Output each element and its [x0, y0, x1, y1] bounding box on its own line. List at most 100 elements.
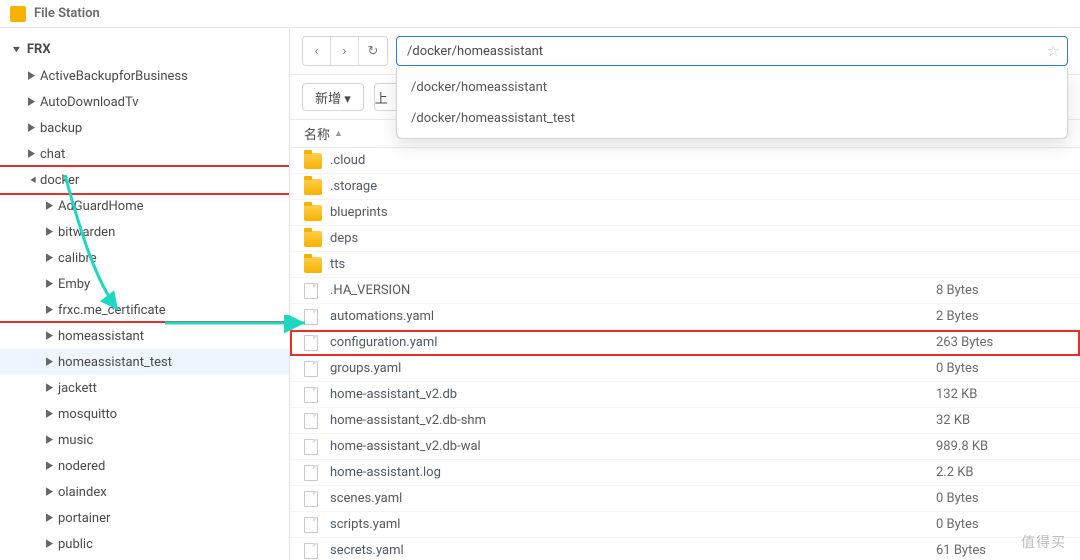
- titlebar: File Station: [0, 0, 1080, 28]
- file-name: home-assistant_v2.db: [330, 387, 936, 402]
- file-row[interactable]: automations.yaml2 Bytes: [290, 304, 1080, 330]
- file-name: home-assistant_v2.db-shm: [330, 413, 936, 428]
- file-row[interactable]: home-assistant_v2.db-shm32 KB: [290, 408, 1080, 434]
- file-name: home-assistant_v2.db-wal: [330, 439, 936, 454]
- file-row[interactable]: blueprints: [290, 200, 1080, 226]
- caret-icon: [46, 382, 56, 394]
- file-name: .HA_VERSION: [330, 283, 936, 298]
- tree-item-label: public: [58, 537, 93, 552]
- file-row[interactable]: groups.yaml0 Bytes: [290, 356, 1080, 382]
- new-button-label: 新增 ▾: [315, 88, 351, 107]
- caret-icon: [46, 330, 56, 342]
- tree-item-autodownloadtv[interactable]: AutoDownloadTv: [0, 89, 289, 115]
- tree-item-label: homeassistant: [58, 329, 144, 344]
- path-input[interactable]: [396, 36, 1068, 66]
- caret-icon: [46, 356, 56, 368]
- folder-icon: [304, 179, 322, 195]
- new-button[interactable]: 新增 ▾: [302, 83, 364, 111]
- file-size: 0 Bytes: [936, 491, 1066, 506]
- tree-item-homeassistant[interactable]: homeassistant: [0, 323, 289, 349]
- file-station-app: File Station FRX ActiveBackupforBusiness…: [0, 0, 1080, 560]
- tree-item-label: olaindex: [58, 485, 107, 500]
- path-input-wrap: ☆ /docker/homeassistant/docker/homeassis…: [396, 36, 1068, 66]
- file-icon: [304, 309, 318, 325]
- caret-icon: [46, 460, 56, 472]
- file-name: scenes.yaml: [330, 491, 936, 506]
- file-row[interactable]: scripts.yaml0 Bytes: [290, 512, 1080, 538]
- file-icon: [304, 491, 318, 507]
- tree-item-music[interactable]: music: [0, 427, 289, 453]
- tree-item-homeassistant_test[interactable]: homeassistant_test: [0, 349, 289, 375]
- tree-root[interactable]: FRX: [0, 36, 289, 63]
- tree-item-nodered[interactable]: nodered: [0, 453, 289, 479]
- file-icon: [304, 335, 318, 351]
- suggest-item[interactable]: /docker/homeassistant_test: [397, 103, 1067, 134]
- file-name: automations.yaml: [330, 309, 936, 324]
- caret-icon: [46, 304, 56, 316]
- app-title: File Station: [34, 6, 100, 21]
- tree-item-portainer[interactable]: portainer: [0, 505, 289, 531]
- file-size: 2.2 KB: [936, 465, 1066, 480]
- file-row[interactable]: .HA_VERSION8 Bytes: [290, 278, 1080, 304]
- file-row[interactable]: scenes.yaml0 Bytes: [290, 486, 1080, 512]
- file-size: 132 KB: [936, 387, 1066, 402]
- nav-buttons: ‹ › ↻: [302, 36, 388, 66]
- upload-button-label: 上: [375, 88, 388, 107]
- tree-item-bitwarden[interactable]: bitwarden: [0, 219, 289, 245]
- file-name: .cloud: [330, 153, 936, 168]
- folder-tree-sidebar: FRX ActiveBackupforBusiness AutoDownloadT…: [0, 28, 290, 560]
- file-row[interactable]: home-assistant.log2.2 KB: [290, 460, 1080, 486]
- caret-icon: [46, 200, 56, 212]
- file-name: blueprints: [330, 205, 936, 220]
- tree-item-label: frxc.me_certificate: [58, 303, 166, 318]
- file-icon: [304, 283, 318, 299]
- caret-icon: [28, 174, 39, 186]
- tree-item-docker[interactable]: docker: [0, 167, 289, 193]
- file-row[interactable]: .cloud: [290, 148, 1080, 174]
- tree-item-frxc.me_certificate[interactable]: frxc.me_certificate: [0, 297, 289, 323]
- refresh-button[interactable]: ↻: [359, 37, 387, 65]
- tree-item-chat[interactable]: chat: [0, 141, 289, 167]
- tree-item-activebackupforbusiness[interactable]: ActiveBackupforBusiness: [0, 63, 289, 89]
- file-icon: [304, 517, 318, 533]
- file-name: home-assistant.log: [330, 465, 936, 480]
- tree-item-label: calibre: [58, 251, 97, 266]
- file-row[interactable]: home-assistant_v2.db-wal989.8 KB: [290, 434, 1080, 460]
- file-row[interactable]: deps: [290, 226, 1080, 252]
- file-row[interactable]: home-assistant_v2.db132 KB: [290, 382, 1080, 408]
- back-button[interactable]: ‹: [303, 37, 331, 65]
- tree-item-label: ActiveBackupforBusiness: [40, 69, 188, 84]
- tree-item-emby[interactable]: Emby: [0, 271, 289, 297]
- folder-icon: [304, 205, 322, 221]
- tree-item-label: jackett: [58, 381, 97, 396]
- file-row[interactable]: tts: [290, 252, 1080, 278]
- tree-item-mosquitto[interactable]: mosquitto: [0, 401, 289, 427]
- caret-icon: [46, 434, 56, 446]
- tree-item-jackett[interactable]: jackett: [0, 375, 289, 401]
- tree-item-label: Emby: [58, 277, 90, 292]
- tree-item-adguardhome[interactable]: AdGuardHome: [0, 193, 289, 219]
- file-row[interactable]: .storage: [290, 174, 1080, 200]
- file-icon: [304, 439, 318, 455]
- tree-item-olaindex[interactable]: olaindex: [0, 479, 289, 505]
- tree-item-label: bitwarden: [58, 225, 115, 240]
- tree-item-public[interactable]: public: [0, 531, 289, 557]
- file-name: tts: [330, 257, 936, 272]
- favorite-star-icon[interactable]: ☆: [1047, 42, 1060, 60]
- file-icon: [304, 413, 318, 429]
- caret-icon: [46, 512, 56, 524]
- caret-icon: [46, 408, 56, 420]
- file-name: deps: [330, 231, 936, 246]
- tree-item-label: AdGuardHome: [58, 199, 144, 214]
- tree-item-backup[interactable]: backup: [0, 115, 289, 141]
- file-row[interactable]: configuration.yaml263 Bytes: [290, 330, 1080, 356]
- tree-item-label: backup: [40, 121, 82, 136]
- suggest-item[interactable]: /docker/homeassistant: [397, 72, 1067, 103]
- caret-icon: [28, 96, 38, 108]
- tree-item-calibre[interactable]: calibre: [0, 245, 289, 271]
- tree-item-label: homeassistant_test: [58, 355, 172, 370]
- file-icon: [304, 465, 318, 481]
- forward-button[interactable]: ›: [331, 37, 359, 65]
- file-row[interactable]: secrets.yaml61 Bytes: [290, 538, 1080, 560]
- folder-icon: [304, 153, 322, 169]
